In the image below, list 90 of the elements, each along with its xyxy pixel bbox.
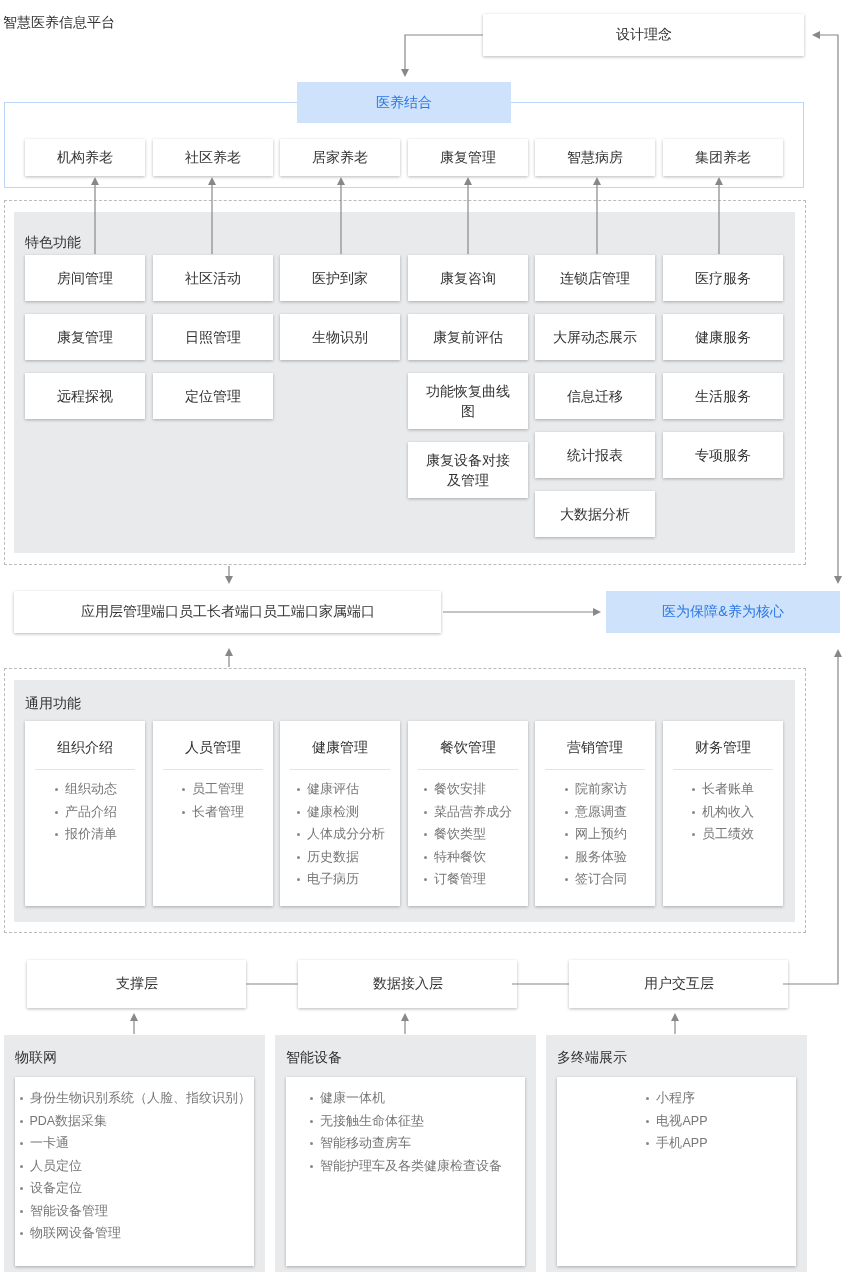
list-item: 健康一体机 [309,1087,502,1110]
feature-card: 定位管理 [152,373,273,419]
feature-card: 大数据分析 [535,491,656,537]
panel-label: 智能设备 [286,1048,343,1067]
list-item: 身份生物识别系统（人脸、指纹识别） [18,1087,251,1110]
arrow [130,1013,138,1035]
feature-card: 生活服务 [662,373,783,419]
list-item: 一卡通 [18,1132,251,1155]
list-item: 员工管理 [181,778,245,801]
feature-card: 医疗服务 [662,255,783,301]
panel-label: 特色功能 [25,233,82,252]
category-card: 居家养老 [280,139,401,176]
card-title: 人员管理 [162,737,263,770]
feature-card: 远程探视 [25,373,145,419]
list-item: 电视APP [645,1109,708,1132]
list-item: 餐饮类型 [423,823,513,846]
list-item: 人员定位 [18,1154,251,1177]
category-card: 康复管理 [407,139,528,176]
list-item: 无接触生命体征垫 [309,1109,502,1132]
category-card: 社区养老 [152,139,273,176]
feature-card: 社区活动 [152,255,273,301]
core-box: 医为保障&养为核心 [606,591,840,633]
category-card: 智慧病房 [535,139,656,176]
list-item: 院前家访 [563,778,627,801]
card-title: 健康管理 [290,737,391,770]
list-item: 签订合同 [563,868,627,891]
layer-box: 数据接入层 [298,960,517,1008]
feature-card: 康复前评估 [407,314,528,360]
feature-card: 健康服务 [662,314,783,360]
feature-card: 康复咨询 [407,255,528,301]
category-card: 集团养老 [662,139,783,176]
feature-card: 信息迁移 [535,373,656,419]
feature-card: 房间管理 [25,255,145,301]
list-item: 报价清单 [53,823,117,846]
list-item: 特种餐饮 [423,845,513,868]
section-header: 医养结合 [297,82,511,123]
list-item: 智能护理车及各类健康检查设备 [309,1154,502,1177]
card-title: 组织介绍 [35,737,135,770]
feature-card: 康复设备对接及管理 [407,442,528,498]
list-item: 健康评估 [295,778,385,801]
list-item: 产品介绍 [53,800,117,823]
list-item: 健康检测 [295,800,385,823]
list-item: 智能移动查房车 [309,1132,502,1155]
feature-card: 日照管理 [152,314,273,360]
list-item: 长者账单 [691,778,755,801]
feature-card: 大屏动态展示 [535,314,656,360]
list-item: 机构收入 [691,800,755,823]
layer-box: 支撑层 [27,960,246,1008]
feature-card: 生物识别 [280,314,401,360]
list-item: PDA数据采集 [18,1109,251,1132]
feature-card: 连锁店管理 [535,255,656,301]
arrow [225,565,233,584]
arrow [401,1013,409,1035]
card-title: 营销管理 [545,737,646,770]
panel-label: 物联网 [15,1048,58,1067]
page-title: 智慧医养信息平台 [3,14,115,32]
connector-line [511,983,570,985]
list-item: 智能设备管理 [18,1199,251,1222]
feature-card: 专项服务 [662,432,783,478]
connector-line [245,983,299,985]
list-item: 菜品营养成分 [423,800,513,823]
layer-box: 应用层管理端口员工长者端口员工端口家属端口 [14,591,441,633]
list-item: 餐饮安排 [423,778,513,801]
arrow [225,648,233,668]
feature-card: 康复管理 [25,314,145,360]
list-item: 手机APP [645,1132,708,1155]
card-title: 餐饮管理 [417,737,518,770]
list-item: 订餐管理 [423,868,513,891]
category-card: 机构养老 [25,139,145,176]
list-item: 历史数据 [295,845,385,868]
panel-label: 多终端展示 [557,1048,628,1067]
feature-card: 功能恢复曲线图 [407,373,528,429]
feature-card: 医护到家 [280,255,401,301]
list-item: 网上预约 [563,823,627,846]
feature-card: 统计报表 [535,432,656,478]
list-item: 人体成分分析 [295,823,385,846]
arrow [671,1013,679,1035]
list-item: 物联网设备管理 [18,1222,251,1245]
list-item: 设备定位 [18,1177,251,1200]
list-item: 电子病历 [295,868,385,891]
layer-box: 用户交互层 [569,960,788,1008]
list-item: 长者管理 [181,800,245,823]
list-item: 员工绩效 [691,823,755,846]
card-title: 财务管理 [672,737,773,770]
list-item: 意愿调查 [563,800,627,823]
list-item: 小程序 [645,1087,708,1110]
list-item: 组织动态 [53,778,117,801]
list-item: 服务体验 [563,845,627,868]
concept-box: 设计理念 [483,14,804,56]
panel-label: 通用功能 [25,694,82,713]
